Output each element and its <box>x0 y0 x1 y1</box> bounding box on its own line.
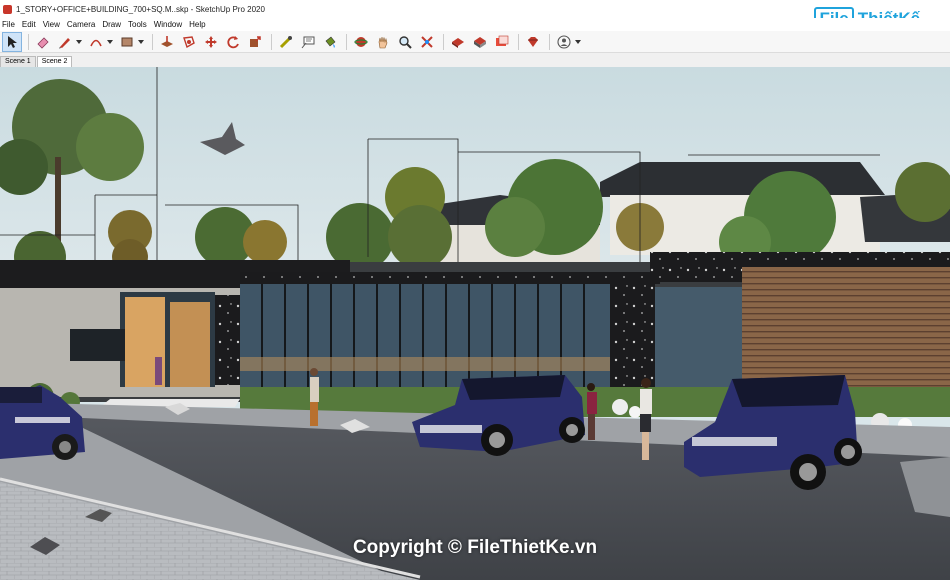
push-pull-icon <box>161 35 173 47</box>
main-toolbar <box>0 31 950 53</box>
rotate-icon <box>227 35 239 48</box>
paint-bucket-tool-button[interactable] <box>320 32 340 52</box>
move-icon <box>205 35 217 48</box>
rotate-tool-button[interactable] <box>223 32 243 52</box>
select-arrow-icon <box>8 35 17 48</box>
menu-tools[interactable]: Tools <box>126 20 152 29</box>
shape-tool-button[interactable] <box>117 32 137 52</box>
account-button[interactable] <box>554 32 574 52</box>
pan-tool-button[interactable] <box>373 32 393 52</box>
window-title: 1_STORY+OFFICE+BUILDING_700+SQ.M..skp - … <box>16 4 265 14</box>
toolbar-separator <box>346 33 347 50</box>
zoom-icon <box>399 35 412 49</box>
scene-tabs: Scene 1 Scene 2 <box>0 53 950 67</box>
toolbar-separator <box>28 33 29 50</box>
eraser-icon <box>37 36 49 49</box>
line-dropdown-caret[interactable] <box>76 39 82 44</box>
ruby-console-button[interactable] <box>523 32 543 52</box>
send-to-layout-icon <box>496 35 509 46</box>
move-tool-button[interactable] <box>201 32 221 52</box>
toolbar-separator <box>271 33 272 50</box>
account-icon <box>557 34 571 49</box>
tape-measure-tool-button[interactable] <box>276 32 296 52</box>
push-pull-tool-button[interactable] <box>157 32 177 52</box>
shape-dropdown-caret[interactable] <box>138 39 144 44</box>
orbit-tool-button[interactable] <box>351 32 371 52</box>
zoom-extents-tool-button[interactable] <box>417 32 437 52</box>
menu-window[interactable]: Window <box>152 20 187 29</box>
scale-tool-button[interactable] <box>245 32 265 52</box>
offset-icon <box>183 35 195 48</box>
toolbar-separator <box>443 33 444 50</box>
account-dropdown-caret[interactable] <box>575 39 581 44</box>
scale-icon <box>250 35 261 47</box>
tape-measure-icon <box>279 35 292 48</box>
title-bar: 1_STORY+OFFICE+BUILDING_700+SQ.M..skp - … <box>0 0 950 18</box>
toolbar-separator <box>549 33 550 50</box>
pencil-line-icon <box>59 37 70 48</box>
eraser-tool-button[interactable] <box>33 32 53 52</box>
orbit-icon <box>354 36 368 47</box>
paint-bucket-icon <box>325 36 336 48</box>
select-tool-button[interactable] <box>2 31 22 52</box>
arc-dropdown-caret[interactable] <box>107 39 113 44</box>
copyright-watermark: Copyright © FileThietKe.vn <box>352 537 598 558</box>
menu-bar: File Edit View Camera Draw Tools Window … <box>0 18 950 31</box>
tab-scene-2[interactable]: Scene 2 <box>36 56 73 67</box>
menu-view[interactable]: View <box>41 20 65 29</box>
extension-warehouse-icon <box>474 36 486 48</box>
menu-draw[interactable]: Draw <box>100 20 126 29</box>
zoom-extents-icon <box>421 35 433 48</box>
ruby-icon <box>528 36 538 47</box>
arc-tool-button[interactable] <box>86 32 106 52</box>
warehouse-icon <box>452 37 464 48</box>
model-viewport[interactable]: Copyright © FileThietKe.vn <box>0 67 950 580</box>
menu-file[interactable]: File <box>0 20 20 29</box>
extension-warehouse-button[interactable] <box>470 32 490 52</box>
offset-tool-button[interactable] <box>179 32 199 52</box>
toolbar-separator <box>518 33 519 50</box>
rendered-scene <box>0 67 950 580</box>
send-to-layout-button[interactable] <box>492 32 512 52</box>
menu-edit[interactable]: Edit <box>20 20 41 29</box>
sketchup-app-icon <box>3 4 12 14</box>
pan-icon <box>378 36 388 48</box>
rectangle-shape-icon <box>121 37 133 46</box>
tab-scene-1[interactable]: Scene 1 <box>0 56 36 67</box>
arc-icon <box>90 39 102 46</box>
menu-camera[interactable]: Camera <box>65 20 100 29</box>
zoom-tool-button[interactable] <box>395 32 415 52</box>
text-icon <box>301 36 315 48</box>
line-tool-button[interactable] <box>55 32 75 52</box>
toolbar-separator <box>152 33 153 50</box>
menu-help[interactable]: Help <box>187 20 210 29</box>
3d-warehouse-button[interactable] <box>448 32 468 52</box>
text-tool-button[interactable] <box>298 32 318 52</box>
